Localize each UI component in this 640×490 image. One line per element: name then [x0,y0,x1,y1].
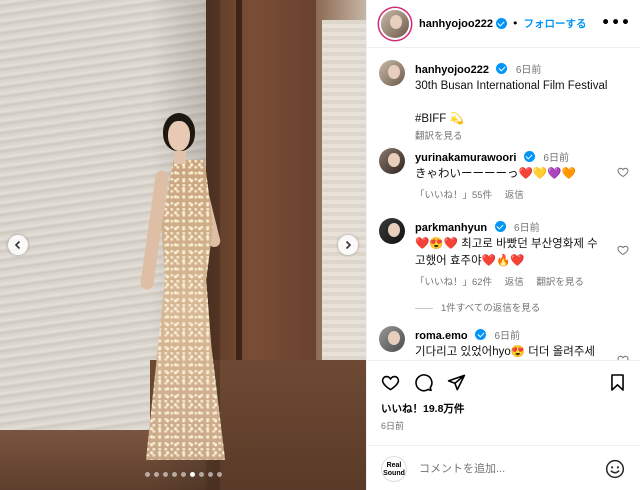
carousel-dot [153,472,159,477]
right-wall-panel [322,20,366,360]
comments-list[interactable]: hanhyojoo222 6日前 30th Busan Internationa… [367,48,640,360]
emoji-icon[interactable] [605,459,625,479]
verified-badge-icon [495,18,507,29]
bookmark-icon[interactable] [608,373,627,392]
carousel-dot [216,472,222,477]
carousel-dot [207,472,213,477]
commenter-avatar[interactable] [379,218,405,244]
comment-text: 기다리고 있었어hyo😍 더더 올려주세 [415,346,595,358]
comment-time[interactable]: 6日前 [494,331,520,342]
caption-author[interactable]: hanhyojoo222 [415,64,489,76]
author-avatar[interactable] [381,9,409,38]
share-icon[interactable] [447,373,466,392]
chevron-left-icon [14,240,21,250]
post-actions: いいね！19.8万件 6日前 Real Sound [367,360,640,490]
post-timestamp[interactable]: 6日前 [381,419,404,432]
like-comment-icon[interactable] [617,166,629,178]
post-header: hanhyojoo222 • フォローする ••• [367,0,640,48]
more-options-icon[interactable]: ••• [601,15,631,31]
carousel-indicator [0,472,366,477]
verified-badge-icon [494,221,506,232]
wooden-door [206,0,316,400]
verified-badge-icon [523,151,535,162]
comment-composer: Real Sound [367,445,640,490]
carousel-dot [180,472,186,477]
likes-count[interactable]: いいね！19.8万件 [381,401,464,416]
comment-likes[interactable]: 「いいね！」62件 [415,277,492,288]
reply-button[interactable]: 返信 [505,277,524,288]
author-username[interactable]: hanhyojoo222 [419,18,493,30]
comment-likes[interactable]: 「いいね！」55件 [415,190,492,201]
caption-time[interactable]: 6日前 [516,65,542,76]
carousel-dot [171,472,177,477]
carousel-dot [198,472,204,477]
caption-text: 30th Busan International Film Festival [415,80,608,92]
figure-face [168,121,190,151]
commenter-avatar[interactable] [379,326,405,352]
comment-icon[interactable] [414,373,433,392]
carousel-dot [144,472,150,477]
commenter-avatar[interactable] [379,148,405,174]
view-replies-button[interactable]: 1件すべての返信を見る [415,300,540,314]
comment-author[interactable]: roma.emo [415,330,468,342]
reply-button[interactable]: 返信 [505,190,524,201]
caption-translate[interactable]: 翻訳を見る [415,128,615,142]
carousel-dot [162,472,168,477]
comment-text: ❤️😍❤️ 최고로 바빴던 부산영화제 수고했어 효주야❤️🔥❤️ [415,238,598,267]
comment-author[interactable]: yurinakamurawoori [415,152,516,164]
current-user-avatar: Real Sound [381,455,407,482]
comment-time[interactable]: 6日前 [543,153,569,164]
door-edge [236,0,242,400]
header-separator: • [511,17,519,30]
comment-time[interactable]: 6日前 [514,223,540,234]
comment-author[interactable]: parkmanhyun [415,222,487,234]
verified-badge-icon [475,329,487,340]
caption-hashtag[interactable]: #BIFF 💫 [415,111,615,128]
like-comment-icon[interactable] [617,244,629,256]
caption-avatar[interactable] [379,60,405,86]
carousel-dot [189,472,195,477]
carousel-prev-button[interactable] [8,235,28,255]
verified-badge-icon [496,63,508,74]
post-side-panel: hanhyojoo222 • フォローする ••• hanhyojoo222 6… [366,0,640,490]
carousel-next-button[interactable] [338,235,358,255]
chevron-right-icon [345,240,352,250]
follow-button[interactable]: フォローする [523,16,586,31]
comment-text: きゃわいーーーーっ❤️💛💜🧡 [415,168,576,180]
comment-translate[interactable]: 翻訳を見る [536,277,584,288]
post-photo[interactable] [0,0,366,490]
heart-icon[interactable] [381,373,400,392]
comment-input[interactable] [419,462,599,475]
